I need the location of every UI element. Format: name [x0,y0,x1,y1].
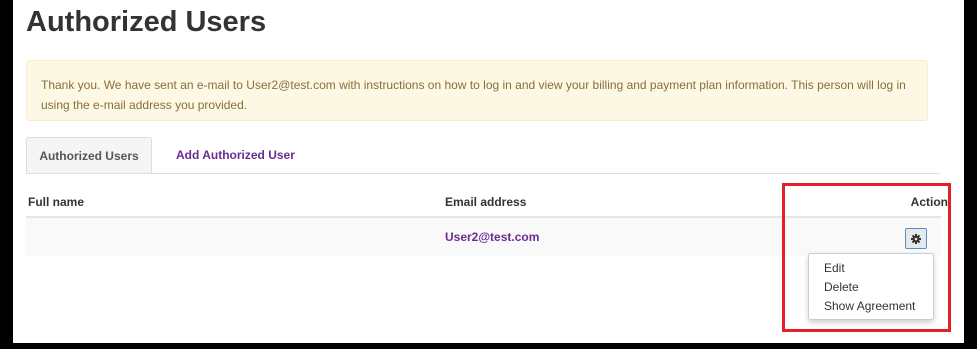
cell-email-link[interactable]: User2@test.com [445,230,539,244]
authorized-users-table: Full name Email address Action User2@tes… [26,186,948,256]
tab-bar: Authorized Users Add Authorized User [26,137,940,174]
gear-icon [911,233,921,244]
page-content: Authorized Users Thank you. We have sent… [13,0,964,343]
menu-item-show-agreement[interactable]: Show Agreement [809,297,933,316]
action-gear-button[interactable] [905,228,927,249]
success-alert: Thank you. We have sent an e-mail to Use… [26,60,928,121]
menu-item-delete[interactable]: Delete [809,278,933,297]
column-header-full-name: Full name [28,195,85,209]
table-header-row: Full name Email address Action [26,186,948,218]
tab-authorized-users[interactable]: Authorized Users [26,137,152,173]
table-row: User2@test.com [26,218,941,256]
column-header-action: Action [910,195,948,209]
action-dropdown-menu: Edit Delete Show Agreement [808,253,934,320]
tab-add-authorized-user[interactable]: Add Authorized User [176,137,336,173]
column-header-email: Email address [445,195,527,209]
page-title: Authorized Users [26,6,267,38]
menu-item-edit[interactable]: Edit [809,259,933,278]
